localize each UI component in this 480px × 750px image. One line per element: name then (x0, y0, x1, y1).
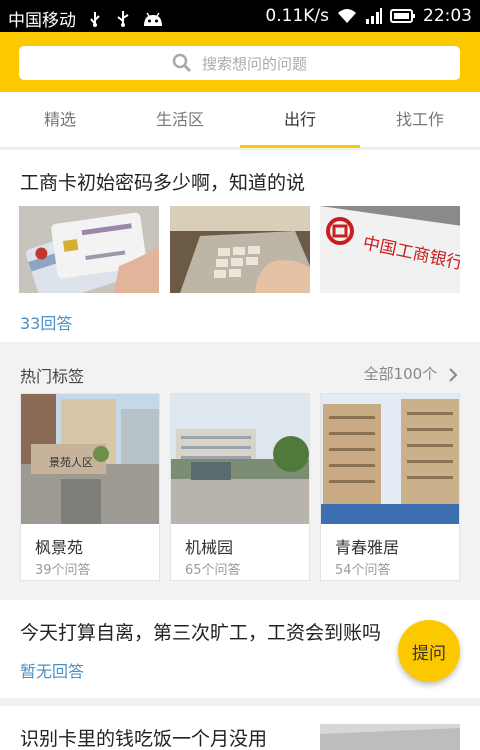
question-card[interactable]: 工商卡初始密码多少啊，知道的说 中国工商银行 33回答 (0, 150, 480, 342)
all-tags-link[interactable]: 全部100个 (364, 363, 458, 384)
tab-jobs[interactable]: 找工作 (360, 92, 480, 147)
svg-text:景苑人区: 景苑人区 (49, 456, 93, 469)
tag-count: 65个问答 (185, 563, 241, 578)
category-tabs: 精选 生活区 出行 找工作 (0, 92, 480, 148)
search-input[interactable]: 搜索想问的问题 (19, 46, 460, 80)
tag-count: 39个问答 (35, 563, 91, 578)
tag-card[interactable]: 机械园 65个问答 (170, 393, 310, 581)
search-placeholder: 搜索想问的问题 (201, 54, 307, 73)
usb-icon (117, 10, 129, 27)
ask-question-button[interactable]: 提问 (398, 620, 460, 682)
search-icon (172, 53, 192, 73)
tag-photo-qingchunyaju (321, 394, 459, 524)
answer-count[interactable]: 33回答 (20, 310, 72, 334)
all-tags-label: 全部100个 (363, 365, 438, 383)
tab-living[interactable]: 生活区 (120, 92, 240, 147)
tag-photo-fengjingyuan: 景苑人区 (21, 394, 159, 524)
status-bar-right: 0.11K/s 22:03 (265, 6, 472, 26)
wifi-icon (338, 9, 356, 23)
tag-card[interactable]: 景苑人区 枫景苑 39个问答 (20, 393, 160, 581)
network-speed: 0.11K/s (265, 6, 329, 26)
question-photo (320, 724, 460, 750)
tag-name: 青春雅居 (335, 538, 400, 557)
status-bar: 中国移动 0.11K/s 22:03 (0, 0, 480, 32)
battery-icon (390, 9, 415, 23)
tab-travel[interactable]: 出行 (240, 92, 360, 148)
icbc-logo-photo: 中国工商银行 (320, 206, 460, 293)
atm-keypad-photo (170, 206, 310, 293)
question-title[interactable]: 今天打算自离，第三次旷工，工资会到账吗 (20, 618, 381, 645)
usb-icon (90, 11, 100, 27)
hot-tags-heading: 热门标签 (20, 367, 85, 386)
app-header: 搜索想问的问题 (0, 32, 480, 92)
question-title[interactable]: 识别卡里的钱吃饭一个月没用 (20, 724, 267, 750)
bank-card-photo (19, 206, 159, 293)
tag-name: 枫景苑 (35, 538, 84, 557)
tab-featured[interactable]: 精选 (0, 92, 120, 147)
question-card[interactable]: 识别卡里的钱吃饭一个月没用 (0, 706, 480, 750)
carrier-label: 中国移动 (8, 11, 76, 31)
tag-name: 机械园 (185, 538, 234, 557)
tag-photo-jixieyuan (171, 394, 309, 524)
answer-count[interactable]: 暂无回答 (20, 658, 84, 682)
question-title[interactable]: 工商卡初始密码多少啊，知道的说 (20, 168, 305, 195)
chevron-right-icon (449, 367, 458, 382)
status-bar-left: 中国移动 (8, 6, 164, 31)
tag-card[interactable]: 青春雅居 54个问答 (320, 393, 460, 581)
tag-count: 54个问答 (335, 563, 391, 578)
signal-icon (366, 8, 382, 24)
clock: 22:03 (423, 6, 472, 26)
android-icon (144, 12, 162, 26)
